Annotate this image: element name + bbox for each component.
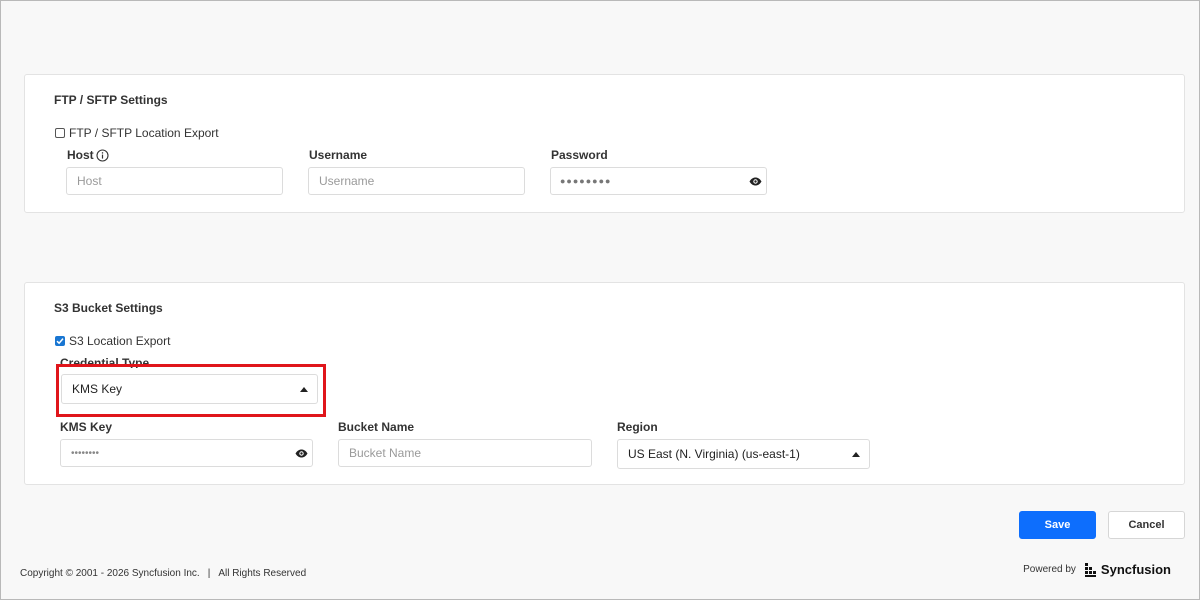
powered-by-text: Powered by	[1023, 564, 1076, 575]
brand-name: Syncfusion	[1100, 562, 1171, 577]
footer-powered-by: Powered by Syncfusion	[1023, 562, 1171, 577]
caret-up-icon	[843, 451, 869, 457]
username-placeholder: Username	[319, 174, 375, 188]
syncfusion-logo[interactable]: Syncfusion	[1084, 562, 1171, 577]
s3-settings-card: S3 Bucket Settings S3 Location Export Cr…	[24, 282, 1185, 485]
s3-location-export-checkbox[interactable]	[55, 336, 65, 346]
s3-location-export-checkbox-row[interactable]: S3 Location Export	[55, 334, 170, 348]
s3-settings-title: S3 Bucket Settings	[54, 301, 163, 315]
ftp-location-export-label: FTP / SFTP Location Export	[69, 126, 219, 140]
username-input[interactable]: Username	[308, 167, 525, 195]
region-value: US East (N. Virginia) (us-east-1)	[628, 447, 800, 461]
eye-icon[interactable]	[744, 177, 766, 186]
credential-type-select[interactable]: KMS Key	[61, 374, 318, 404]
kms-key-input[interactable]: ••••••••	[60, 439, 313, 467]
region-label: Region	[617, 420, 658, 434]
host-label-row: Host	[67, 148, 109, 162]
bucket-name-label: Bucket Name	[338, 420, 415, 434]
ftp-settings-card: FTP / SFTP Settings FTP / SFTP Location …	[24, 74, 1185, 213]
copyright-text: Copyright © 2001 - 2026 Syncfusion Inc.	[20, 568, 200, 579]
kms-key-label: KMS Key	[60, 420, 113, 434]
cancel-button[interactable]: Cancel	[1108, 511, 1185, 539]
syncfusion-logo-icon	[1084, 562, 1099, 577]
kms-key-value: ••••••••	[71, 447, 100, 459]
credential-type-value: KMS Key	[72, 382, 123, 396]
caret-up-icon	[291, 386, 317, 392]
save-button[interactable]: Save	[1019, 511, 1096, 539]
password-input[interactable]: ●●●●●●●●	[550, 167, 767, 195]
footer-separator: |	[207, 568, 211, 579]
host-placeholder: Host	[77, 174, 102, 188]
ftp-location-export-checkbox-row[interactable]: FTP / SFTP Location Export	[55, 126, 219, 140]
ftp-location-export-checkbox[interactable]	[55, 128, 65, 138]
info-icon[interactable]	[96, 148, 109, 162]
credential-type-label: Credential Type	[60, 356, 150, 368]
host-label: Host	[67, 148, 94, 162]
host-input[interactable]: Host	[66, 167, 283, 195]
footer-copyright: Copyright © 2001 - 2026 Syncfusion Inc. |…	[20, 568, 306, 579]
region-select[interactable]: US East (N. Virginia) (us-east-1)	[617, 439, 870, 469]
checkmark-icon	[56, 338, 64, 345]
ftp-settings-title: FTP / SFTP Settings	[54, 93, 168, 107]
username-label: Username	[309, 148, 368, 162]
password-value: ●●●●●●●●	[560, 176, 612, 186]
rights-text: All Rights Reserved	[218, 568, 307, 579]
s3-location-export-label: S3 Location Export	[69, 334, 171, 348]
eye-icon[interactable]	[290, 449, 312, 458]
password-label: Password	[551, 148, 608, 162]
bucket-name-placeholder: Bucket Name	[349, 446, 422, 460]
bucket-name-input[interactable]: Bucket Name	[338, 439, 592, 467]
